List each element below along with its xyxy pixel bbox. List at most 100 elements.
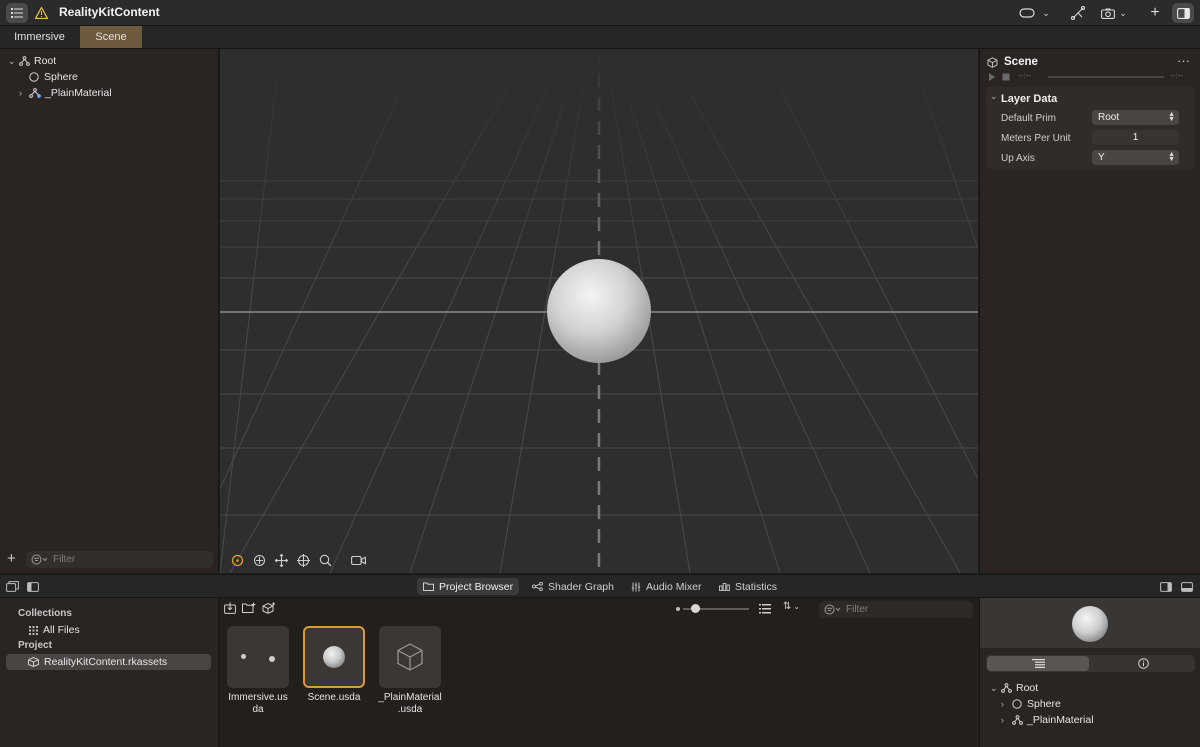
chevron-down-icon[interactable]: ⌄ bbox=[990, 683, 1000, 694]
asset-immersive[interactable]: Immersive.us da bbox=[226, 626, 290, 716]
default-prim-value: Root bbox=[1098, 112, 1120, 123]
camera-menu-chevron-icon[interactable]: ⌄ bbox=[1118, 3, 1128, 23]
sphere-icon bbox=[1011, 699, 1023, 709]
preview-tree-root[interactable]: ⌄ Root bbox=[990, 680, 1038, 696]
add-icon[interactable]: + bbox=[1148, 3, 1162, 23]
asset-thumbnail bbox=[303, 626, 365, 688]
transform-button[interactable] bbox=[1070, 3, 1086, 23]
tab-immersive[interactable]: Immersive bbox=[0, 26, 79, 48]
preview-tree-sphere[interactable]: › Sphere bbox=[1001, 696, 1061, 712]
layer-data-section: ⌄ Layer Data Default Prim Root ▲ ▼ Meters… bbox=[986, 87, 1195, 169]
headset-menu-chevron-icon[interactable]: ⌄ bbox=[1040, 3, 1052, 23]
sphere-model bbox=[547, 259, 651, 363]
new-folder-icon[interactable] bbox=[242, 602, 256, 614]
headset-icon bbox=[1019, 8, 1035, 18]
updown-chevron-icon: ▲ ▼ bbox=[1168, 151, 1175, 163]
all-files-item[interactable]: All Files bbox=[29, 622, 80, 638]
up-axis-value: Y bbox=[1098, 152, 1105, 163]
info-segment[interactable] bbox=[1092, 656, 1194, 671]
asset-thumbnail bbox=[379, 626, 441, 688]
chevron-right-icon[interactable]: › bbox=[19, 88, 29, 98]
transform-icon bbox=[1071, 6, 1085, 20]
tab-project-browser[interactable]: Project Browser bbox=[417, 578, 520, 595]
focus-icon[interactable] bbox=[296, 553, 310, 567]
bottom-panel-icon[interactable] bbox=[1181, 582, 1193, 592]
camera-button[interactable] bbox=[1100, 3, 1116, 23]
new-scene-icon[interactable] bbox=[262, 602, 276, 614]
tab-shader-graph[interactable]: Shader Graph bbox=[526, 578, 620, 595]
slider-knob[interactable] bbox=[691, 604, 700, 613]
hierarchy-icon bbox=[18, 56, 30, 66]
asset-plain-material[interactable]: _PlainMaterial .usda bbox=[378, 626, 442, 716]
move-icon[interactable] bbox=[274, 553, 288, 567]
inspector-toggle-button[interactable] bbox=[1172, 3, 1194, 23]
browser-toolbar bbox=[224, 602, 276, 614]
tree-item-sphere[interactable]: Sphere bbox=[28, 69, 78, 85]
add-entity-button[interactable]: + bbox=[7, 550, 16, 567]
up-axis-select[interactable]: Y ▲ ▼ bbox=[1092, 150, 1179, 165]
all-files-label: All Files bbox=[43, 624, 80, 636]
mixer-icon bbox=[631, 582, 641, 591]
package-icon bbox=[28, 657, 39, 667]
play-icon[interactable] bbox=[988, 73, 996, 81]
warning-button[interactable] bbox=[34, 3, 48, 23]
asset-browser: ⇅ ⌄ Filter Immersive.us da Scene.usda _P… bbox=[220, 598, 978, 747]
sidebar-right-icon bbox=[1176, 7, 1190, 19]
tree-item-label: _PlainMaterial bbox=[1027, 714, 1094, 726]
inspector-title: Scene bbox=[1004, 56, 1038, 68]
grid-icon bbox=[29, 625, 38, 635]
hierarchy-filter-field[interactable]: Filter bbox=[26, 551, 213, 568]
asset-preview-panel: ⌄ Root › Sphere › _PlainMaterial bbox=[979, 598, 1200, 747]
tree-item-root[interactable]: ⌄ Root bbox=[8, 53, 56, 69]
chevron-right-icon[interactable]: › bbox=[1001, 699, 1011, 709]
more-options-icon[interactable]: ··· bbox=[1177, 53, 1190, 68]
filter-icon bbox=[31, 554, 48, 565]
scene-cube-icon bbox=[987, 57, 998, 68]
sphere-thumbnail bbox=[323, 646, 345, 668]
tab-audio-mixer[interactable]: Audio Mixer bbox=[625, 578, 707, 595]
headset-button[interactable] bbox=[1018, 3, 1036, 23]
thumbnail-size-slider[interactable] bbox=[683, 604, 749, 613]
asset-scene[interactable]: Scene.usda bbox=[302, 626, 366, 704]
inspector-panel: Scene ··· --:-- --:-- ⌄ Layer Data Defau… bbox=[979, 49, 1200, 573]
chevron-down-icon[interactable]: ⌄ bbox=[990, 91, 998, 102]
tree-item-plain-material[interactable]: › _PlainMaterial bbox=[19, 85, 112, 101]
list-view-icon[interactable] bbox=[759, 604, 771, 614]
zoom-icon[interactable] bbox=[318, 553, 332, 567]
default-prim-select[interactable]: Root ▲ ▼ bbox=[1092, 110, 1179, 125]
orbit-icon[interactable] bbox=[230, 553, 244, 567]
chevron-down-icon: ⌄ bbox=[793, 602, 801, 611]
sidebar-toggle-button[interactable] bbox=[6, 3, 28, 23]
playback-scrubber[interactable] bbox=[1048, 76, 1164, 78]
scene-hierarchy-panel: ⌄ Root Sphere › _PlainMaterial + Filter bbox=[0, 49, 219, 573]
tab-statistics[interactable]: Statistics bbox=[713, 578, 783, 595]
project-item-rkassets[interactable]: RealityKitContent.rkassets bbox=[6, 654, 211, 670]
chevron-right-icon[interactable]: › bbox=[1001, 715, 1011, 725]
tab-label: Audio Mixer bbox=[646, 580, 702, 593]
hierarchy-view-segment[interactable] bbox=[987, 656, 1089, 671]
browser-filter-field[interactable]: Filter bbox=[819, 601, 973, 618]
preview-tree-plain-material[interactable]: › _PlainMaterial bbox=[1001, 712, 1094, 728]
sort-button[interactable]: ⇅ ⌄ bbox=[783, 601, 800, 612]
scene-viewport[interactable] bbox=[220, 49, 978, 573]
timecode-start: --:-- bbox=[1018, 71, 1031, 80]
asset-name: _PlainMaterial .usda bbox=[378, 692, 442, 715]
inspector-split-icon[interactable] bbox=[1160, 582, 1172, 592]
tab-scene[interactable]: Scene bbox=[80, 26, 142, 48]
pan-icon[interactable] bbox=[252, 553, 266, 567]
meters-per-unit-field[interactable]: 1 bbox=[1092, 130, 1179, 145]
warning-icon bbox=[34, 7, 48, 19]
import-icon[interactable] bbox=[224, 602, 236, 614]
folder-icon bbox=[423, 582, 434, 591]
filter-placeholder: Filter bbox=[53, 554, 76, 565]
window-stack-icon[interactable] bbox=[6, 581, 19, 592]
camera-view-icon[interactable] bbox=[350, 553, 366, 567]
timecode-end: --:-- bbox=[1170, 71, 1183, 80]
viewport-toolbar bbox=[230, 553, 366, 567]
tab-label: Statistics bbox=[735, 580, 778, 593]
sidebar-left-icon[interactable] bbox=[27, 582, 39, 592]
stop-icon[interactable] bbox=[1002, 73, 1010, 81]
info-icon bbox=[1137, 658, 1149, 669]
sphere-preview bbox=[1072, 606, 1108, 642]
chevron-down-icon[interactable]: ⌄ bbox=[8, 56, 18, 67]
